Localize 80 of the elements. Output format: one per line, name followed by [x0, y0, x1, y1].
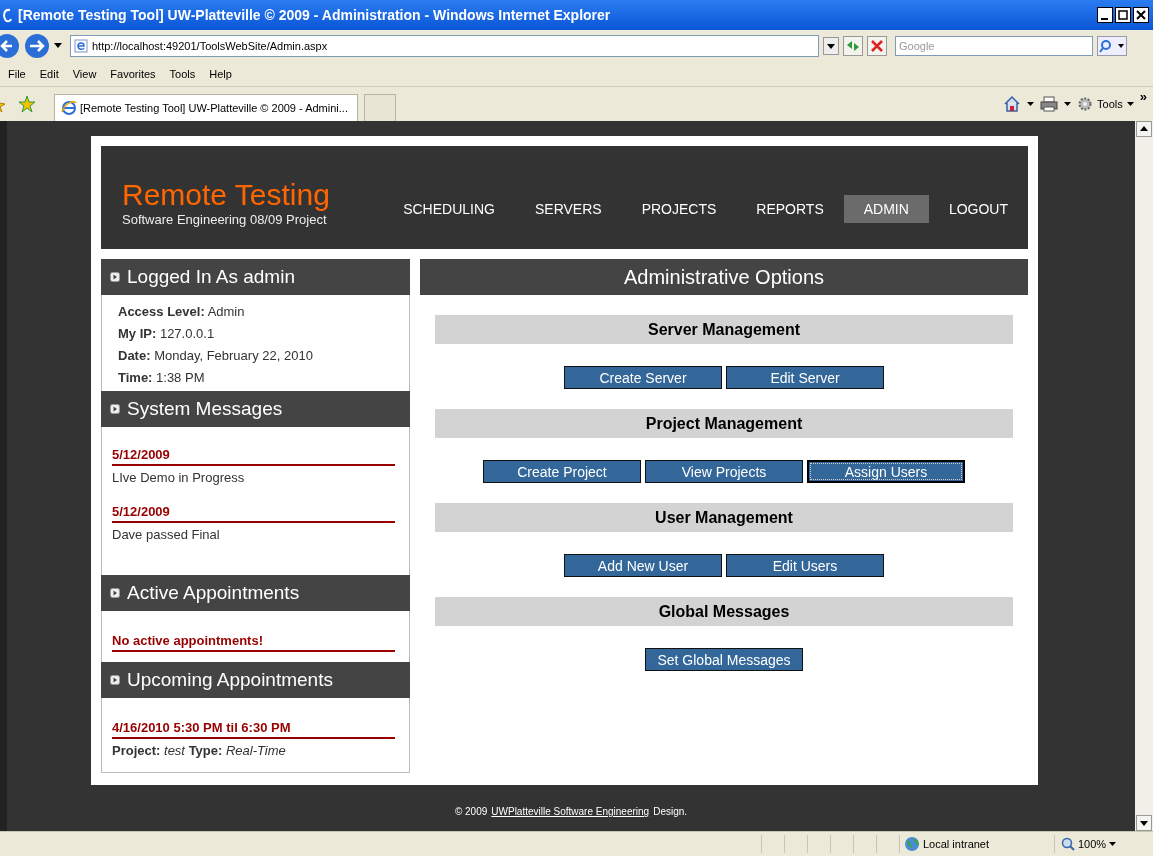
message-text: Dave passed Final: [112, 527, 221, 542]
menu-item[interactable]: Tools: [169, 68, 196, 80]
search-field[interactable]: Google: [895, 36, 1093, 56]
nav-link[interactable]: SCHEDULING: [383, 194, 515, 223]
scrollbar[interactable]: [1135, 121, 1153, 831]
scroll-up-icon[interactable]: [1136, 121, 1152, 137]
home-icon[interactable]: [1003, 95, 1022, 113]
close-icon[interactable]: [1133, 7, 1149, 23]
footer-text: © 2009: [454, 806, 488, 817]
panel-title: Administrative Options: [420, 259, 1028, 295]
message-date: 5/12/2009: [112, 504, 395, 523]
appointment-time: 4/16/2010 5:30 PM til 6:30 PM: [112, 720, 395, 739]
info-line: Access Level: Admin: [118, 303, 246, 321]
more-button[interactable]: »: [1139, 89, 1147, 104]
site-logo: Remote Testing: [122, 178, 331, 211]
caret-icon: [1109, 841, 1117, 847]
action-button[interactable]: Assign Users: [807, 460, 965, 483]
nav-link[interactable]: ADMIN: [843, 194, 929, 223]
printer-icon[interactable]: [1040, 96, 1059, 112]
dropdown-icon[interactable]: [823, 37, 839, 55]
action-button[interactable]: Set Global Messages: [645, 648, 803, 671]
info-line: Date: Monday, February 22, 2010: [118, 347, 314, 365]
info-line: My IP: 127.0.0.1: [118, 325, 216, 343]
add-favorite-icon[interactable]: [18, 95, 36, 113]
bullet-icon: [110, 588, 120, 598]
notice-text: No active appointments!: [112, 633, 395, 652]
bullet-icon: [110, 404, 120, 414]
bullet-icon: [110, 272, 120, 282]
zone-label: Local intranet: [923, 838, 990, 850]
action-button[interactable]: Edit Server: [726, 366, 884, 389]
window-title: [Remote Testing Tool] UW-Platteville © 2009 - Administration - Windows Internet Explorer: [18, 7, 612, 23]
tools-menu[interactable]: Tools: [1077, 96, 1134, 112]
menu-item[interactable]: Edit: [39, 68, 59, 80]
appointment-detail: Project: test Type: Real-Time: [112, 743, 287, 758]
message-date: 5/12/2009: [112, 447, 395, 466]
menu-item[interactable]: Help: [209, 68, 232, 80]
search-icon[interactable]: [1097, 36, 1127, 56]
action-button[interactable]: Add New User: [564, 554, 722, 577]
bullet-icon: [110, 675, 120, 685]
nav-link[interactable]: SERVERS: [514, 194, 622, 223]
section-title: Logged In As admin: [127, 266, 295, 288]
group-heading: Project Management: [435, 409, 1013, 438]
action-button[interactable]: Create Server: [564, 366, 722, 389]
stop-icon[interactable]: [867, 36, 887, 56]
globe-icon: [904, 836, 920, 852]
action-button[interactable]: Create Project: [483, 460, 641, 483]
caret-icon[interactable]: [1027, 101, 1035, 107]
action-button[interactable]: View Projects: [645, 460, 803, 483]
footer-link[interactable]: UWPlatteville Software Engineering: [491, 806, 650, 817]
site-subtitle: Software Engineering 08/09 Project: [122, 211, 328, 227]
group-heading: User Management: [435, 503, 1013, 532]
nav-link[interactable]: LOGOUT: [928, 194, 1008, 223]
info-line: Time: 1:38 PM: [118, 369, 206, 387]
group-heading: Server Management: [435, 315, 1013, 344]
footer-text: Design.: [653, 806, 688, 817]
zoom-icon: [1061, 837, 1075, 851]
section-title: Upcoming Appointments: [127, 669, 333, 691]
maximize-icon[interactable]: [1115, 7, 1131, 23]
zoom-control[interactable]: 100%: [1054, 835, 1141, 853]
group-heading: Global Messages: [435, 597, 1013, 626]
menu-item[interactable]: Favorites: [110, 68, 156, 80]
browser-tab[interactable]: [Remote Testing Tool] UW-Platteville © 2009 - Admini...: [54, 94, 358, 121]
menu-item[interactable]: File: [8, 68, 26, 80]
scroll-down-icon[interactable]: [1136, 815, 1152, 831]
page-icon: [74, 39, 88, 53]
forward-icon[interactable]: [24, 33, 50, 59]
section-title: System Messages: [127, 398, 283, 420]
caret-icon[interactable]: [1064, 101, 1072, 107]
nav-link[interactable]: REPORTS: [736, 194, 844, 223]
menu-item[interactable]: View: [72, 68, 97, 80]
gear-icon: [1077, 96, 1094, 112]
address-field[interactable]: http://localhost:49201/ToolsWebSite/Admin.aspx: [70, 35, 819, 57]
action-button[interactable]: Edit Users: [726, 554, 884, 577]
back-icon[interactable]: [0, 33, 20, 59]
caret-icon[interactable]: [54, 43, 62, 49]
caret-icon: [1126, 101, 1134, 107]
section-title: Active Appointments: [127, 582, 300, 604]
minimize-icon[interactable]: [1097, 7, 1113, 23]
message-text: LIve Demo in Progress: [112, 470, 246, 485]
nav-link[interactable]: PROJECTS: [621, 194, 737, 223]
